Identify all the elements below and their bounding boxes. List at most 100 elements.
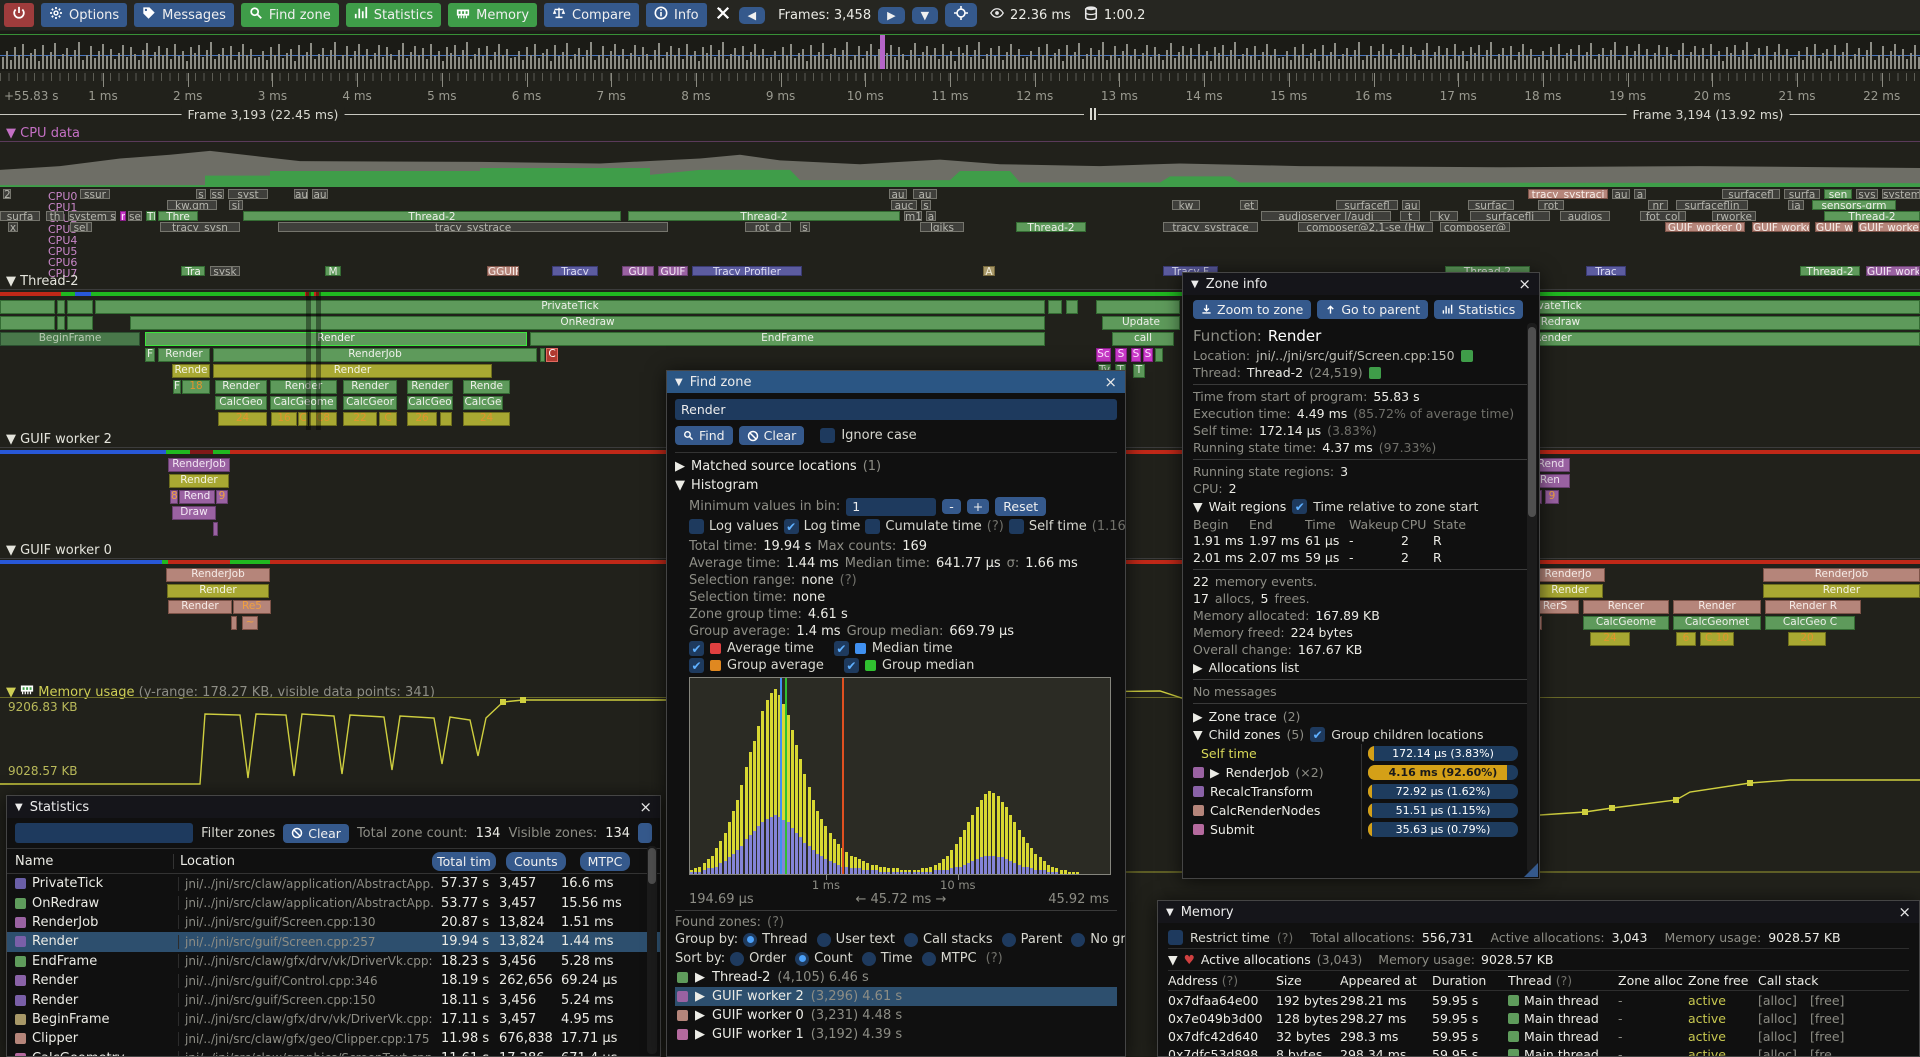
frame-time-bar[interactable] xyxy=(1874,60,1876,69)
timeline-zone[interactable]: t xyxy=(1400,211,1420,221)
frame-time-bar[interactable] xyxy=(978,42,980,69)
timeline-zone[interactable]: RenderJob xyxy=(168,458,230,472)
frame-time-bar[interactable] xyxy=(1110,55,1112,69)
collapse-icon[interactable]: ▼ xyxy=(675,478,685,493)
close-icon[interactable]: × xyxy=(1898,903,1911,921)
frame-time-bar[interactable] xyxy=(1598,54,1600,69)
zone-info-scrollbar[interactable] xyxy=(1527,323,1537,873)
frame-time-bar[interactable] xyxy=(802,49,804,69)
frame-time-bar[interactable] xyxy=(990,48,992,69)
frame-time-bar[interactable] xyxy=(446,47,448,69)
frame-time-bar[interactable] xyxy=(1402,45,1404,69)
frame-time-bar[interactable] xyxy=(1894,44,1896,69)
col-counts[interactable]: Counts xyxy=(506,852,566,871)
frame-time-bar[interactable] xyxy=(1242,54,1244,69)
frame-time-bar[interactable] xyxy=(1746,42,1748,69)
frame-time-bar[interactable] xyxy=(486,46,488,69)
frame-time-bar[interactable] xyxy=(1530,49,1532,69)
frame-time-bar[interactable] xyxy=(1366,55,1368,69)
frame-time-bar[interactable] xyxy=(38,61,40,69)
frame-time-bar[interactable] xyxy=(1210,61,1212,69)
frame-time-bar[interactable] xyxy=(302,56,304,69)
frame-time-bar[interactable] xyxy=(1250,56,1252,69)
frame-time-bar[interactable] xyxy=(1230,50,1232,69)
active-allocations-header[interactable]: ▼♥Active allocations(3,043)Memory usage:… xyxy=(1168,948,1909,970)
frame-time-bar[interactable] xyxy=(1202,56,1204,69)
alloc-callstack-alloc[interactable]: [alloc] xyxy=(1758,1047,1810,1057)
frame-time-bar[interactable] xyxy=(350,58,352,69)
frame-time-bar[interactable] xyxy=(1010,44,1012,69)
frame-time-bar[interactable] xyxy=(58,59,60,69)
frame-time-bar[interactable] xyxy=(90,46,92,69)
frame-time-bar[interactable] xyxy=(1898,56,1900,69)
frame-time-bar[interactable] xyxy=(170,59,172,69)
matched-source-locations[interactable]: ▶Matched source locations(1) xyxy=(675,452,1117,474)
frame-time-bar[interactable] xyxy=(1222,45,1224,69)
alloc-col[interactable]: Zone alloc xyxy=(1618,973,1688,988)
frame-time-bar[interactable] xyxy=(42,45,44,69)
table-row[interactable]: Renderjni/../jni/src/guif/Screen.cpp:257… xyxy=(7,932,660,951)
frame-time-bar[interactable] xyxy=(1862,57,1864,69)
alloc-col[interactable]: Address(?) xyxy=(1168,973,1276,988)
timeline-zone[interactable]: s xyxy=(196,189,206,199)
collapse-icon[interactable]: ▼ xyxy=(15,802,23,813)
frame-time-bar[interactable] xyxy=(430,44,432,69)
frame-time-bar[interactable] xyxy=(142,50,144,69)
alloc-col[interactable]: Appeared at xyxy=(1340,973,1432,988)
timeline-zone[interactable]: Render xyxy=(1763,584,1920,598)
frame-time-bar[interactable] xyxy=(1054,53,1056,69)
frame-time-bar[interactable] xyxy=(522,60,524,69)
frame-time-bar[interactable] xyxy=(554,45,556,69)
frame-time-bar[interactable] xyxy=(182,51,184,69)
frame-time-bar[interactable] xyxy=(842,50,844,69)
clear-button[interactable]: Clear xyxy=(739,426,805,445)
timeline-zone[interactable]: rworke xyxy=(1712,211,1756,221)
timeline-zone[interactable]: au xyxy=(294,189,308,199)
timeline-zone[interactable]: system se xyxy=(68,211,116,221)
frame-time-bar[interactable] xyxy=(1706,59,1708,69)
frame-time-bar[interactable] xyxy=(1166,50,1168,69)
frame-time-bar[interactable] xyxy=(534,44,536,69)
timeline-zone[interactable]: audios xyxy=(1560,211,1610,221)
frame-time-bar[interactable] xyxy=(1826,49,1828,69)
series-checkbox[interactable]: ✔ xyxy=(689,658,704,673)
frame-time-bar[interactable] xyxy=(1526,55,1528,69)
frame-time-bar[interactable] xyxy=(214,59,216,69)
frame-time-bar[interactable] xyxy=(1858,48,1860,69)
close-icon[interactable]: × xyxy=(1518,275,1531,293)
frame-time-bar[interactable] xyxy=(266,60,268,69)
frame-time-bar[interactable] xyxy=(1226,57,1228,69)
frame-time-bar[interactable] xyxy=(6,51,8,69)
frame-time-bar[interactable] xyxy=(222,48,224,69)
frame-time-bar[interactable] xyxy=(1170,43,1172,69)
frame-time-bar[interactable] xyxy=(950,51,952,69)
scrollbar-thumb[interactable] xyxy=(648,848,656,884)
timeline-zone[interactable]: CalcGeome xyxy=(270,396,337,410)
histogram-section-header[interactable]: ▼Histogram xyxy=(675,478,1117,493)
frame-time-bar[interactable] xyxy=(126,57,128,69)
frame-time-bar[interactable] xyxy=(1466,61,1468,69)
timeline-zone[interactable]: au xyxy=(913,189,937,199)
table-row[interactable]: BeginFramejni/../jni/src/claw/gfx/drv/vk… xyxy=(7,1010,660,1029)
frame-time-bar[interactable] xyxy=(606,58,608,69)
frame-time-bar[interactable] xyxy=(414,46,416,69)
timeline-zone[interactable]: au xyxy=(889,189,907,199)
table-row[interactable]: PrivateTickjni/../jni/src/claw/applicati… xyxy=(7,874,660,893)
thread-state-ribbon[interactable] xyxy=(0,450,166,454)
timeline-zone[interactable]: se xyxy=(128,211,142,221)
radio-no-groupi[interactable] xyxy=(1071,933,1085,947)
timeline-zone[interactable]: GUIF worker 2 xyxy=(1866,266,1920,276)
power-button[interactable] xyxy=(4,3,34,27)
frame-time-bar[interactable] xyxy=(810,45,812,69)
frame-time-bar[interactable] xyxy=(62,54,64,69)
frame-time-bar[interactable] xyxy=(1158,54,1160,69)
frame-time-bar[interactable] xyxy=(1818,58,1820,69)
timeline-zone[interactable] xyxy=(0,300,55,314)
frame-time-bar[interactable] xyxy=(218,54,220,69)
frame-time-bar[interactable] xyxy=(690,56,692,69)
frame-time-bar[interactable] xyxy=(742,46,744,69)
allocation-row[interactable]: 0x7dfc53d8988 bytes298.34 ms59.95 sMain … xyxy=(1168,1045,1909,1057)
frame-time-bar[interactable] xyxy=(1702,48,1704,69)
alloc-callstack-alloc[interactable]: [alloc] xyxy=(1758,1011,1810,1026)
frame-time-bar[interactable] xyxy=(1358,42,1360,69)
